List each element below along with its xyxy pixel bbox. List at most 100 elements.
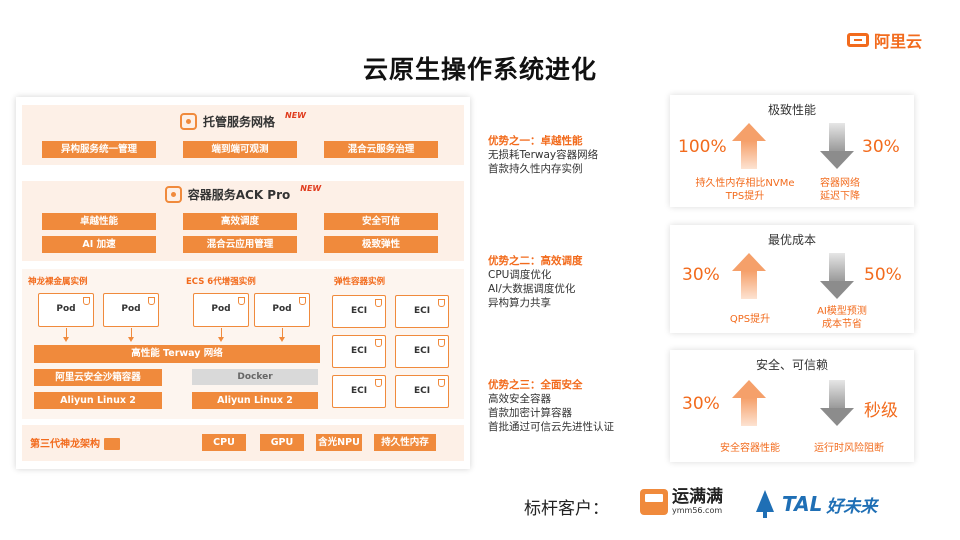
- ack-pro-heading: 容器服务ACK Pro NEW: [22, 184, 464, 203]
- arrow-up-icon: [732, 380, 766, 426]
- card-title: 极致性能: [767, 103, 816, 117]
- ymm-url: ymm56.com: [672, 506, 723, 515]
- arrow-down-icon: [820, 123, 854, 169]
- new-badge: NEW: [300, 184, 322, 193]
- metric-card-performance: 极致性能 100% 30% 持久性内存相比NVMe TPS提升 容器网络 延迟下…: [670, 95, 914, 207]
- advantage-1: 优势之一：卓越性能 无损耗Terway容器网络 首款持久性内存实例: [488, 134, 598, 176]
- arrow-down-icon: [279, 337, 285, 342]
- arrow-up-icon: [732, 123, 766, 169]
- advantage-line: CPU调度优化: [488, 269, 552, 281]
- hw-npu: 含光NPU: [316, 434, 362, 451]
- tal-logo: TAL 好未来: [754, 490, 877, 518]
- arrow-down-icon: [218, 337, 224, 342]
- eci-box: ECI: [395, 295, 449, 328]
- card-right-caption: 容器网络 延迟下降: [808, 177, 872, 203]
- hw-gpu: GPU: [260, 434, 304, 451]
- card-title: 最优成本: [767, 233, 816, 247]
- brand-name: 阿里云: [873, 32, 922, 51]
- ack-item-scheduling: 高效调度: [183, 213, 297, 230]
- hardware-heading: 第三代神龙架构: [30, 435, 120, 450]
- advantage-line: 高效安全容器: [488, 393, 551, 405]
- metric-card-cost: 最优成本 30% 50% QPS提升 AI模型预测 成本节省: [670, 225, 914, 333]
- advantage-heading: 优势之一：卓越性能: [488, 135, 583, 147]
- caption-line: 安全容器性能: [720, 443, 780, 454]
- tal-name: TAL: [782, 492, 823, 516]
- advantage-line: 首款持久性内存实例: [488, 163, 583, 175]
- mesh-item-hybrid: 混合云服务治理: [324, 141, 438, 158]
- advantage-line: 无损耗Terway容器网络: [488, 149, 599, 161]
- mesh-item-observe: 端到端可观测: [183, 141, 297, 158]
- pod-box: Pod: [193, 293, 249, 327]
- tree-icon: [754, 490, 776, 518]
- alibaba-cloud-logo-icon: [846, 33, 869, 47]
- new-badge: NEW: [285, 111, 306, 120]
- caption-line: 持久性内存相比NVMe: [695, 178, 795, 189]
- card-title: 安全、可信赖: [755, 358, 828, 372]
- eci-box: ECI: [332, 335, 386, 368]
- page-title: 云原生操作系统进化: [362, 55, 597, 84]
- advantage-line: 首批通过可信云先进性认证: [488, 421, 614, 433]
- ecs-os-box: Aliyun Linux 2: [192, 392, 318, 409]
- ecs-label: ECS 6代增强实例: [186, 277, 256, 287]
- tal-cn-name: 好未来: [826, 496, 878, 517]
- bare-metal-os-box: Aliyun Linux 2: [34, 392, 162, 409]
- caption-line: 容器网络: [820, 178, 860, 189]
- advantage-heading: 优势之三：全面安全: [488, 379, 583, 391]
- pod-box: Pod: [103, 293, 159, 327]
- advantage-2: 优势之二：高效调度 CPU调度优化 AI/大数据调度优化 异构算力共享: [488, 254, 583, 310]
- eci-box: ECI: [395, 335, 449, 368]
- architecture-diagram: 托管服务网格 NEW 异构服务统一管理 端到端可观测 混合云服务治理 容器服务A…: [16, 97, 470, 469]
- caption-line: AI模型预测: [817, 306, 867, 317]
- ack-item-security: 安全可信: [324, 213, 438, 230]
- terway-network-bar: 高性能 Terway 网络: [34, 345, 320, 363]
- ack-pro-band: 容器服务ACK Pro NEW 卓越性能 高效调度 安全可信 AI 加速 混合云…: [22, 181, 464, 261]
- advantage-line: 异构算力共享: [488, 297, 551, 309]
- ack-item-elastic: 极致弹性: [324, 236, 438, 253]
- arrow-down-icon: [820, 380, 854, 426]
- card-left-value: 30%: [682, 265, 720, 285]
- hardware-label: 第三代神龙架构: [30, 439, 100, 450]
- card-left-caption: 持久性内存相比NVMe TPS提升: [682, 177, 808, 203]
- card-left-caption: 安全容器性能: [700, 442, 800, 455]
- ymm-name: 运满满: [672, 487, 723, 507]
- ack-item-performance: 卓越性能: [42, 213, 156, 230]
- ack-item-hybrid: 混合云应用管理: [183, 236, 297, 253]
- chip-icon: [104, 438, 120, 450]
- ack-pro-title: 容器服务ACK Pro: [187, 188, 291, 202]
- caption-line: 成本节省: [822, 319, 862, 330]
- card-right-value: 30%: [862, 137, 900, 157]
- eci-box: ECI: [332, 295, 386, 328]
- advantage-line: AI/大数据调度优化: [488, 283, 576, 295]
- card-right-caption: 运行时风险阻断: [796, 442, 902, 455]
- arrow-down-icon: [63, 337, 69, 342]
- runtime-band: 神龙裸金属实例 ECS 6代增强实例 弹性容器实例 Pod Pod Pod Po…: [22, 269, 464, 419]
- customers-label: 标杆客户：: [524, 499, 609, 519]
- truck-icon: [640, 488, 668, 515]
- ymm-logo: 运满满 ymm56.com: [640, 488, 723, 515]
- caption-line: TPS提升: [725, 191, 765, 202]
- caption-line: 运行时风险阻断: [814, 443, 884, 454]
- secure-sandbox-box: 阿里云安全沙箱容器: [34, 369, 162, 386]
- docker-box: Docker: [192, 369, 318, 385]
- card-left-value: 30%: [682, 394, 720, 414]
- arrow-down-icon: [128, 337, 134, 342]
- card-right-caption: AI模型预测 成本节省: [802, 305, 882, 331]
- eci-box: ECI: [332, 375, 386, 408]
- mesh-icon: [180, 113, 197, 130]
- advantage-3: 优势之三：全面安全 高效安全容器 首款加密计算容器 首批通过可信云先进性认证: [488, 378, 614, 434]
- hw-pmem: 持久性内存: [374, 434, 436, 451]
- advantage-line: 首款加密计算容器: [488, 407, 572, 419]
- card-right-value: 秒级: [864, 401, 898, 421]
- arrow-up-icon: [732, 253, 766, 299]
- pod-box: Pod: [38, 293, 94, 327]
- managed-mesh-title: 托管服务网格: [203, 115, 276, 129]
- caption-line: QPS提升: [729, 314, 771, 325]
- mesh-item-hetero: 异构服务统一管理: [42, 141, 156, 158]
- hardware-band: 第三代神龙架构 CPU GPU 含光NPU 持久性内存: [22, 425, 464, 461]
- managed-mesh-band: 托管服务网格 NEW 异构服务统一管理 端到端可观测 混合云服务治理: [22, 105, 464, 165]
- ack-icon: [164, 186, 182, 203]
- advantage-heading: 优势之二：高效调度: [488, 255, 583, 267]
- arrow-down-icon: [820, 253, 854, 299]
- pod-box: Pod: [254, 293, 310, 327]
- managed-mesh-heading: 托管服务网格 NEW: [22, 111, 464, 130]
